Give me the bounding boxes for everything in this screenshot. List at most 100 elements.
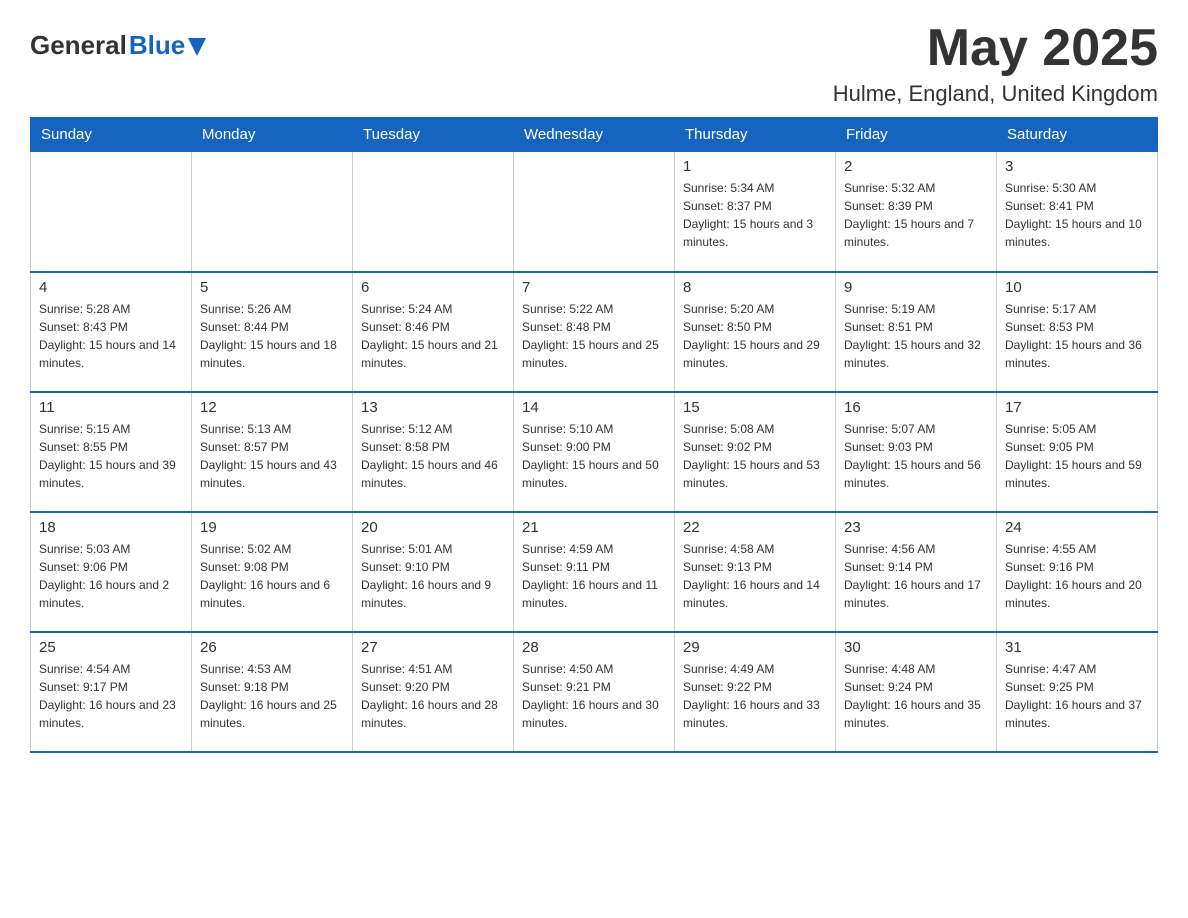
day-info: Sunrise: 5:03 AMSunset: 9:06 PMDaylight:… xyxy=(39,540,183,612)
calendar-cell-w4-d6: 23 Sunrise: 4:56 AMSunset: 9:14 PMDayligh… xyxy=(836,512,997,632)
day-number: 13 xyxy=(361,399,505,416)
day-number: 7 xyxy=(522,279,666,296)
calendar-cell-w1-d6: 2Sunrise: 5:32 AMSunset: 8:39 PMDaylight… xyxy=(836,152,997,272)
day-info: Sunrise: 5:13 AMSunset: 8:57 PMDaylight:… xyxy=(200,420,344,492)
day-info: Sunrise: 4:55 AMSunset: 9:16 PMDaylight:… xyxy=(1005,540,1149,612)
day-number: 30 xyxy=(844,639,988,656)
calendar-cell-w3-d3: 13 Sunrise: 5:12 AMSunset: 8:58 PMDayligh… xyxy=(353,392,514,512)
day-number: 16 xyxy=(844,399,988,416)
day-info: Sunrise: 4:54 AMSunset: 9:17 PMDaylight:… xyxy=(39,660,183,732)
week-row-5: 25Sunrise: 4:54 AMSunset: 9:17 PMDayligh… xyxy=(31,632,1158,752)
weekday-header-friday: Friday xyxy=(836,118,997,152)
day-info: Sunrise: 5:01 AMSunset: 9:10 PMDaylight:… xyxy=(361,540,505,612)
weekday-header-saturday: Saturday xyxy=(997,118,1158,152)
day-number: 20 xyxy=(361,519,505,536)
day-number: 9 xyxy=(844,279,988,296)
calendar-cell-w3-d5: 15Sunrise: 5:08 AMSunset: 9:02 PMDayligh… xyxy=(675,392,836,512)
day-number: 12 xyxy=(200,399,344,416)
day-number: 23 xyxy=(844,519,988,536)
day-number: 4 xyxy=(39,279,183,296)
day-number: 18 xyxy=(39,519,183,536)
month-title: May 2025 xyxy=(833,20,1158,77)
day-info: Sunrise: 5:02 AMSunset: 9:08 PMDaylight:… xyxy=(200,540,344,612)
calendar-cell-w4-d4: 21Sunrise: 4:59 AMSunset: 9:11 PMDayligh… xyxy=(514,512,675,632)
day-number: 21 xyxy=(522,519,666,536)
day-number: 27 xyxy=(361,639,505,656)
weekday-header-thursday: Thursday xyxy=(675,118,836,152)
day-info: Sunrise: 5:20 AMSunset: 8:50 PMDaylight:… xyxy=(683,300,827,372)
calendar-cell-w2-d3: 6Sunrise: 5:24 AMSunset: 8:46 PMDaylight… xyxy=(353,272,514,392)
day-info: Sunrise: 4:53 AMSunset: 9:18 PMDaylight:… xyxy=(200,660,344,732)
calendar-cell-w3-d1: 11 Sunrise: 5:15 AMSunset: 8:55 PMDayligh… xyxy=(31,392,192,512)
calendar-cell-w2-d1: 4 Sunrise: 5:28 AMSunset: 8:43 PMDaylight… xyxy=(31,272,192,392)
day-info: Sunrise: 4:51 AMSunset: 9:20 PMDaylight:… xyxy=(361,660,505,732)
weekday-header-wednesday: Wednesday xyxy=(514,118,675,152)
day-info: Sunrise: 5:10 AMSunset: 9:00 PMDaylight:… xyxy=(522,420,666,492)
day-info: Sunrise: 5:19 AMSunset: 8:51 PMDaylight:… xyxy=(844,300,988,372)
calendar-cell-w4-d5: 22 Sunrise: 4:58 AMSunset: 9:13 PMDayligh… xyxy=(675,512,836,632)
calendar-cell-w2-d2: 5 Sunrise: 5:26 AMSunset: 8:44 PMDaylight… xyxy=(192,272,353,392)
calendar-cell-w1-d1 xyxy=(31,152,192,272)
calendar-cell-w3-d4: 14 Sunrise: 5:10 AMSunset: 9:00 PMDayligh… xyxy=(514,392,675,512)
calendar-cell-w5-d4: 28 Sunrise: 4:50 AMSunset: 9:21 PMDayligh… xyxy=(514,632,675,752)
day-number: 3 xyxy=(1005,158,1149,175)
day-number: 1 xyxy=(683,158,827,175)
calendar-cell-w3-d7: 17Sunrise: 5:05 AMSunset: 9:05 PMDayligh… xyxy=(997,392,1158,512)
calendar-cell-w5-d5: 29Sunrise: 4:49 AMSunset: 9:22 PMDayligh… xyxy=(675,632,836,752)
calendar-table: SundayMondayTuesdayWednesdayThursdayFrid… xyxy=(30,117,1158,753)
page-header: General Blue May 2025 Hulme, England, Un… xyxy=(30,20,1158,107)
day-info: Sunrise: 5:32 AMSunset: 8:39 PMDaylight:… xyxy=(844,179,988,251)
calendar-cell-w5-d2: 26 Sunrise: 4:53 AMSunset: 9:18 PMDayligh… xyxy=(192,632,353,752)
day-number: 14 xyxy=(522,399,666,416)
logo-blue-text: Blue xyxy=(129,30,185,61)
calendar-cell-w2-d6: 9 Sunrise: 5:19 AMSunset: 8:51 PMDaylight… xyxy=(836,272,997,392)
day-number: 28 xyxy=(522,639,666,656)
day-number: 11 xyxy=(39,399,183,416)
day-number: 15 xyxy=(683,399,827,416)
day-info: Sunrise: 4:47 AMSunset: 9:25 PMDaylight:… xyxy=(1005,660,1149,732)
calendar-cell-w2-d4: 7 Sunrise: 5:22 AMSunset: 8:48 PMDaylight… xyxy=(514,272,675,392)
day-info: Sunrise: 5:26 AMSunset: 8:44 PMDaylight:… xyxy=(200,300,344,372)
logo-general-text: General xyxy=(30,30,127,61)
day-number: 29 xyxy=(683,639,827,656)
day-info: Sunrise: 4:50 AMSunset: 9:21 PMDaylight:… xyxy=(522,660,666,732)
day-number: 5 xyxy=(200,279,344,296)
calendar-cell-w5-d6: 30 Sunrise: 4:48 AMSunset: 9:24 PMDayligh… xyxy=(836,632,997,752)
calendar-cell-w5-d1: 25Sunrise: 4:54 AMSunset: 9:17 PMDayligh… xyxy=(31,632,192,752)
day-info: Sunrise: 5:15 AMSunset: 8:55 PMDaylight:… xyxy=(39,420,183,492)
day-info: Sunrise: 4:48 AMSunset: 9:24 PMDaylight:… xyxy=(844,660,988,732)
day-number: 26 xyxy=(200,639,344,656)
day-info: Sunrise: 5:30 AMSunset: 8:41 PMDaylight:… xyxy=(1005,179,1149,251)
calendar-cell-w5-d7: 31Sunrise: 4:47 AMSunset: 9:25 PMDayligh… xyxy=(997,632,1158,752)
calendar-cell-w1-d5: 1Sunrise: 5:34 AMSunset: 8:37 PMDaylight… xyxy=(675,152,836,272)
day-info: Sunrise: 5:05 AMSunset: 9:05 PMDaylight:… xyxy=(1005,420,1149,492)
calendar-cell-w4-d3: 20 Sunrise: 5:01 AMSunset: 9:10 PMDayligh… xyxy=(353,512,514,632)
weekday-header-tuesday: Tuesday xyxy=(353,118,514,152)
day-info: Sunrise: 4:58 AMSunset: 9:13 PMDaylight:… xyxy=(683,540,827,612)
calendar-cell-w2-d5: 8 Sunrise: 5:20 AMSunset: 8:50 PMDaylight… xyxy=(675,272,836,392)
week-row-3: 11 Sunrise: 5:15 AMSunset: 8:55 PMDayligh… xyxy=(31,392,1158,512)
weekday-header-row: SundayMondayTuesdayWednesdayThursdayFrid… xyxy=(31,118,1158,152)
week-row-4: 18 Sunrise: 5:03 AMSunset: 9:06 PMDayligh… xyxy=(31,512,1158,632)
calendar-cell-w5-d3: 27 Sunrise: 4:51 AMSunset: 9:20 PMDayligh… xyxy=(353,632,514,752)
day-number: 19 xyxy=(200,519,344,536)
calendar-cell-w1-d7: 3 Sunrise: 5:30 AMSunset: 8:41 PMDaylight… xyxy=(997,152,1158,272)
day-number: 8 xyxy=(683,279,827,296)
week-row-2: 4 Sunrise: 5:28 AMSunset: 8:43 PMDaylight… xyxy=(31,272,1158,392)
calendar-cell-w4-d1: 18 Sunrise: 5:03 AMSunset: 9:06 PMDayligh… xyxy=(31,512,192,632)
weekday-header-sunday: Sunday xyxy=(31,118,192,152)
day-info: Sunrise: 4:56 AMSunset: 9:14 PMDaylight:… xyxy=(844,540,988,612)
logo-arrow-icon xyxy=(188,38,206,56)
day-info: Sunrise: 5:07 AMSunset: 9:03 PMDaylight:… xyxy=(844,420,988,492)
calendar-cell-w1-d4 xyxy=(514,152,675,272)
day-number: 22 xyxy=(683,519,827,536)
day-info: Sunrise: 5:12 AMSunset: 8:58 PMDaylight:… xyxy=(361,420,505,492)
calendar-cell-w4-d7: 24Sunrise: 4:55 AMSunset: 9:16 PMDayligh… xyxy=(997,512,1158,632)
logo: General Blue xyxy=(30,20,206,61)
location: Hulme, England, United Kingdom xyxy=(833,81,1158,107)
day-number: 10 xyxy=(1005,279,1149,296)
calendar-cell-w1-d2 xyxy=(192,152,353,272)
week-row-1: 1Sunrise: 5:34 AMSunset: 8:37 PMDaylight… xyxy=(31,152,1158,272)
day-info: Sunrise: 5:28 AMSunset: 8:43 PMDaylight:… xyxy=(39,300,183,372)
day-info: Sunrise: 5:22 AMSunset: 8:48 PMDaylight:… xyxy=(522,300,666,372)
